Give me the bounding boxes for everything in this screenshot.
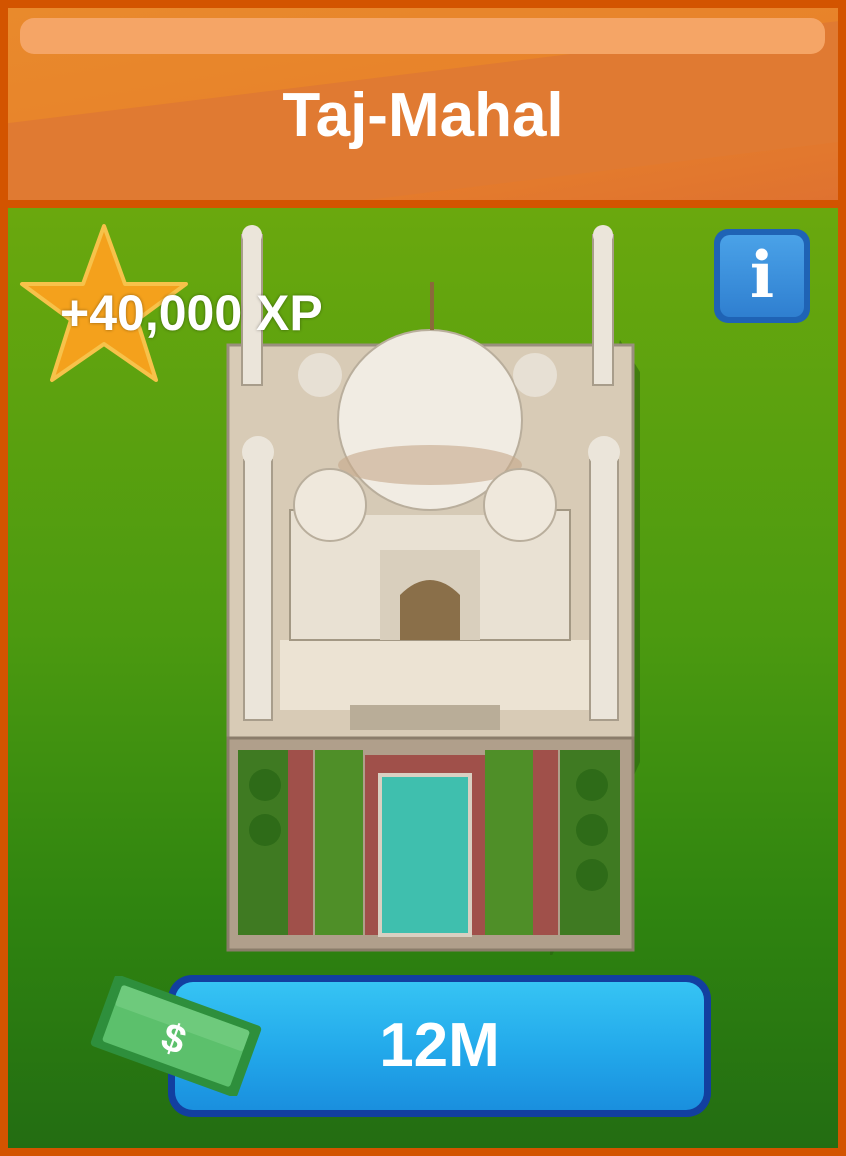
building-card: Taj-Mahal +40,000 XP i 12M $ (0, 0, 846, 1156)
info-icon: i (720, 235, 804, 317)
cash-icon: $ (90, 976, 262, 1096)
building-title: Taj-Mahal (282, 81, 564, 150)
header-shine (20, 18, 825, 54)
xp-reward-label: +40,000 XP (60, 285, 323, 341)
info-button[interactable]: i (714, 229, 810, 323)
